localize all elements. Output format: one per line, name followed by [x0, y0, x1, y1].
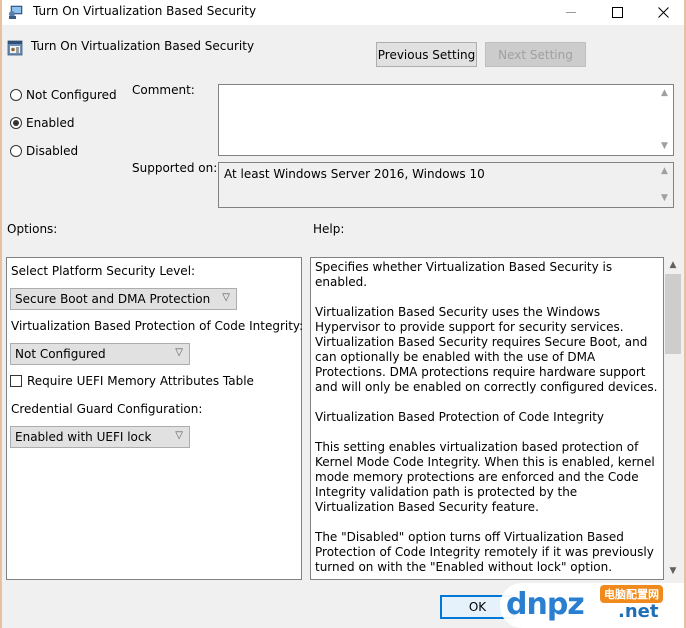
code-integrity-label: Virtualization Based Protection of Code …: [11, 319, 304, 333]
radio-enabled[interactable]: Enabled: [10, 116, 75, 130]
supported-on-value: At least Windows Server 2016, Windows 10: [224, 167, 485, 181]
help-paragraph: The "Disabled" option turns off Virtuali…: [315, 530, 654, 574]
comment-textarea[interactable]: ▲ ▼: [218, 84, 674, 156]
policy-setting-icon: [7, 40, 23, 56]
supported-scrollbar[interactable]: ▲ ▼: [656, 163, 673, 207]
scroll-up-icon[interactable]: ▲: [664, 257, 682, 274]
next-setting-button[interactable]: Next Setting: [485, 42, 586, 67]
maximize-icon: [611, 7, 623, 18]
options-label: Options:: [7, 222, 58, 236]
radio-button[interactable]: [10, 117, 22, 129]
uefi-memory-checkbox-row[interactable]: Require UEFI Memory Attributes Table: [10, 374, 254, 388]
help-paragraph: Virtualization Based Protection of Code …: [315, 410, 605, 424]
watermark-logo: dnpz 电脑配置网 .net: [500, 583, 684, 628]
code-integrity-dropdown[interactable]: Not Configured ▽: [10, 343, 190, 365]
minimize-icon: [566, 12, 576, 13]
radio-not-configured[interactable]: Not Configured: [10, 88, 117, 102]
comment-scrollbar[interactable]: ▲ ▼: [656, 85, 673, 155]
radio-label: Enabled: [26, 116, 75, 130]
radio-label: Not Configured: [26, 88, 117, 102]
watermark-tld: .net: [618, 601, 659, 622]
close-button[interactable]: [640, 0, 686, 25]
checkbox-label: Require UEFI Memory Attributes Table: [27, 374, 254, 388]
help-paragraph: This setting enables virtualization base…: [315, 440, 655, 514]
credential-guard-label: Credential Guard Configuration:: [11, 402, 203, 416]
supported-on-label: Supported on:: [132, 161, 218, 175]
scroll-down-icon[interactable]: ▼: [664, 563, 682, 580]
scroll-down-icon[interactable]: ▼: [656, 190, 673, 207]
comment-label: Comment:: [132, 83, 195, 97]
dropdown-value: Not Configured: [15, 347, 106, 361]
help-paragraph: Specifies whether Virtualization Based S…: [315, 260, 613, 289]
options-panel: Select Platform Security Level: Secure B…: [6, 257, 304, 580]
help-paragraph: Virtualization Based Security uses the W…: [315, 305, 658, 394]
chevron-down-icon: ▽: [222, 292, 230, 303]
help-text-panel: Specifies whether Virtualization Based S…: [310, 257, 664, 580]
window-title: Turn On Virtualization Based Security: [33, 4, 257, 18]
chevron-down-icon: ▽: [175, 347, 183, 358]
supported-on-field: At least Windows Server 2016, Windows 10…: [218, 162, 674, 208]
minimize-button[interactable]: [548, 0, 594, 25]
group-policy-icon: [9, 5, 23, 19]
uefi-memory-checkbox[interactable]: [10, 375, 22, 387]
watermark-brand: dnpz: [506, 587, 585, 622]
dropdown-value: Secure Boot and DMA Protection: [15, 292, 211, 306]
setting-title: Turn On Virtualization Based Security: [31, 39, 255, 53]
dropdown-value: Enabled with UEFI lock: [15, 430, 152, 444]
scroll-down-icon[interactable]: ▼: [656, 138, 673, 155]
help-label: Help:: [313, 222, 345, 236]
radio-disabled[interactable]: Disabled: [10, 144, 78, 158]
scroll-up-icon[interactable]: ▲: [656, 85, 673, 102]
scrollbar-thumb[interactable]: [665, 274, 681, 354]
close-icon: [657, 7, 669, 18]
help-scrollbar[interactable]: ▲ ▼: [664, 257, 682, 580]
credential-guard-dropdown[interactable]: Enabled with UEFI lock ▽: [10, 426, 190, 448]
window-frame-left: [0, 0, 2, 628]
previous-setting-button[interactable]: Previous Setting: [376, 42, 477, 67]
chevron-down-icon: ▽: [175, 430, 183, 441]
title-bar[interactable]: Turn On Virtualization Based Security: [2, 0, 684, 25]
radio-button[interactable]: [10, 145, 22, 157]
platform-security-label: Select Platform Security Level:: [11, 264, 196, 278]
scroll-up-icon[interactable]: ▲: [656, 163, 673, 180]
radio-label: Disabled: [26, 144, 79, 158]
platform-security-dropdown[interactable]: Secure Boot and DMA Protection ▽: [10, 288, 237, 310]
radio-button[interactable]: [10, 89, 22, 101]
maximize-button[interactable]: [594, 0, 640, 25]
